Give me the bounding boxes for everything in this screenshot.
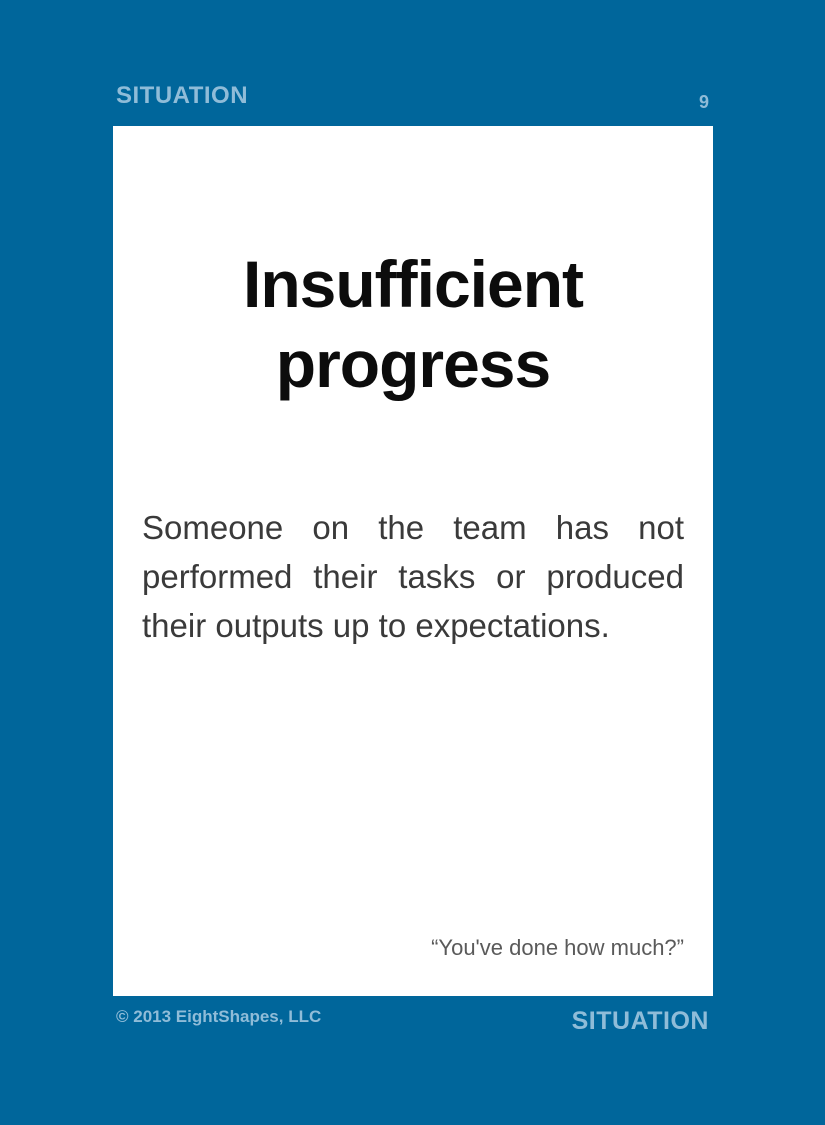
card-panel: Insufficient progress Someone on the tea… bbox=[113, 126, 713, 996]
category-label-bottom: SITUATION bbox=[571, 1007, 709, 1035]
card-description: Someone on the team has not performed th… bbox=[142, 509, 684, 644]
card-number: 9 bbox=[698, 92, 709, 112]
situation-card-page: { "header": { "category": "SITUATION", "… bbox=[0, 0, 825, 1125]
category-label-top: SITUATION bbox=[116, 82, 249, 109]
copyright-notice: © 2013 EightShapes, LLC bbox=[116, 1007, 322, 1026]
card-quote: “You've done how much?” bbox=[431, 935, 684, 960]
card-title: Insufficient progress bbox=[242, 247, 584, 401]
